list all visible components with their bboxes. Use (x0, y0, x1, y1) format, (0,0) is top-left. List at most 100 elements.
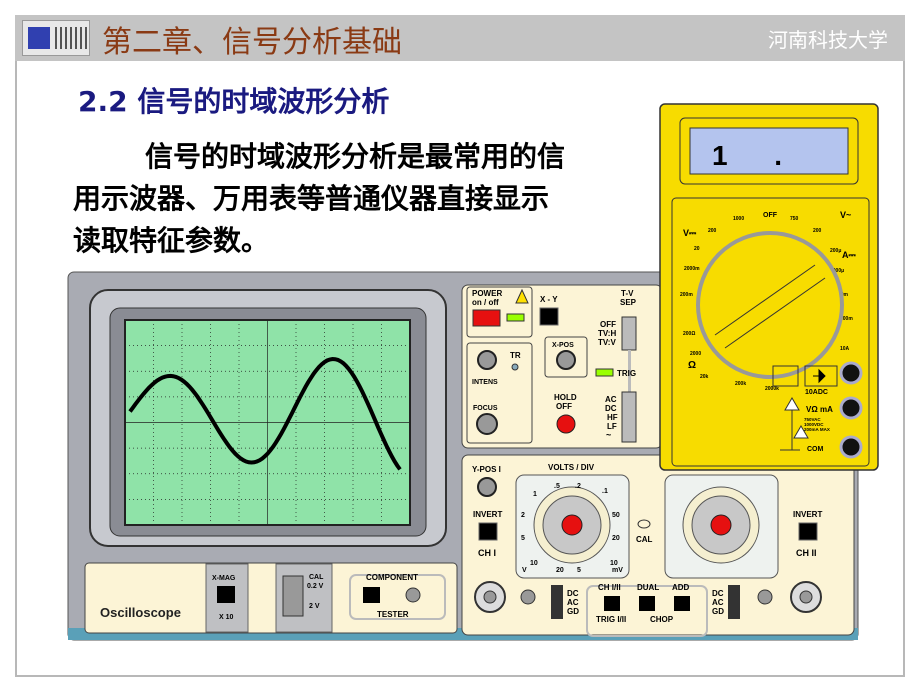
x10-label: X 10 (219, 614, 234, 621)
cal-2v-label: 2 V (309, 603, 320, 610)
instrument-illustration: POWER on / off X - Y T-V SEP OFF TV:H TV… (67, 103, 879, 641)
range-label: 200Ω (683, 331, 695, 337)
xy-button[interactable] (539, 307, 559, 326)
warning-text: 200mA MAX (804, 427, 830, 432)
power-indicator (506, 313, 525, 322)
coupling-switch[interactable] (621, 391, 637, 443)
range-label: 20k (700, 374, 709, 380)
volts-div-label: 1 (533, 491, 537, 498)
volts-div-label: 10 (610, 560, 618, 567)
volts-div-label: V (522, 567, 527, 574)
component-tester-jack[interactable] (405, 587, 421, 603)
range-label: 2000m (684, 266, 700, 272)
volts-div-label: .2 (575, 483, 581, 490)
invert-button-ch2[interactable] (798, 522, 818, 541)
add-label: ADD (672, 583, 690, 592)
ch12-label: CH I/II (598, 583, 621, 592)
ch1-input-switch[interactable] (551, 585, 563, 619)
component-label: COMPONENT (366, 573, 418, 582)
xpos-knob[interactable] (556, 350, 576, 370)
add-button[interactable] (674, 596, 690, 611)
invert-button-ch1[interactable] (478, 522, 498, 541)
jack-v-ohm-ma[interactable] (839, 396, 863, 420)
cal-label: CAL (636, 535, 653, 544)
trig12-label: TRIG I/II (596, 615, 626, 624)
tr-label: TR (510, 351, 521, 360)
coupling-opt: DC (605, 404, 617, 413)
jack-10a[interactable] (839, 361, 863, 385)
rotary-selector[interactable] (696, 231, 844, 379)
cal-02v-label: 0.2 V (307, 583, 324, 590)
volts-div-knob-ch1[interactable] (561, 514, 583, 536)
chop-label: CHOP (650, 615, 674, 624)
volts-div-label: .1 (602, 488, 608, 495)
input-opt: AC (567, 598, 579, 607)
invert-label-1: INVERT (473, 510, 502, 519)
trig-indicator (595, 368, 614, 377)
range-label: 10A (840, 346, 850, 352)
range-label: 2000k (765, 386, 779, 392)
xmag-label: X-MAG (212, 575, 236, 582)
xy-label: X - Y (540, 295, 558, 304)
focus-label: FOCUS (473, 405, 498, 412)
intens-knob[interactable] (477, 350, 497, 370)
holdoff-label-2: OFF (556, 402, 572, 411)
volts-div-label: 5 (521, 535, 525, 542)
range-label: 1000 (733, 216, 744, 222)
volts-div-label: .5 (554, 483, 560, 490)
display-reading: 1 . (712, 140, 782, 171)
volts-div-label: 20 (612, 535, 620, 542)
volts-div-label: mV (612, 567, 623, 574)
power-label: POWER (472, 289, 502, 298)
tv-opt: TV:H (598, 329, 616, 338)
cal-switch[interactable] (282, 575, 304, 617)
tvsep-label-2: SEP (620, 298, 637, 307)
xmag-button[interactable] (217, 586, 235, 603)
coupling-opt: AC (605, 395, 617, 404)
jack-vma-label: VΩ mA (806, 405, 833, 414)
range-label: 200 (708, 228, 717, 234)
trig-label: TRIG (617, 369, 636, 378)
range-label: 2000 (690, 351, 701, 357)
volts-div-label: 2 (521, 512, 525, 519)
volts-div-label: 10 (530, 560, 538, 567)
power-button[interactable] (472, 309, 501, 327)
input-opt: DC (712, 589, 724, 598)
input-opt: GD (567, 607, 579, 616)
component-tester-button[interactable] (363, 587, 380, 603)
tv-opt: OFF (600, 320, 616, 329)
holdoff-label: HOLD (554, 393, 577, 402)
volts-div-label: 5 (577, 567, 581, 574)
range-label: 200k (735, 381, 746, 387)
ch2-input-switch[interactable] (728, 585, 740, 619)
off-label: OFF (763, 212, 778, 219)
ch12-button[interactable] (604, 596, 620, 611)
ypos-label: Y-POS I (472, 465, 501, 474)
range-label: 200μ (830, 248, 841, 254)
tvsep-label: T-V (621, 289, 634, 298)
jack-10a-label: 10ADC (805, 389, 828, 396)
dual-label: DUAL (637, 583, 659, 592)
volts-div-label: 50 (612, 512, 620, 519)
tv-sep-switch[interactable] (621, 316, 637, 351)
oscilloscope-name: Oscilloscope (100, 605, 181, 620)
dual-button[interactable] (639, 596, 655, 611)
ch2-label: CH II (796, 548, 817, 558)
range-label: 200 (813, 228, 822, 234)
coupling-opt: HF (607, 413, 618, 422)
ypos-knob[interactable] (477, 477, 497, 497)
ch1-label: CH I (478, 548, 496, 558)
vdc-label: V⎓ (683, 228, 697, 238)
power-onoff-label: on / off (472, 298, 499, 307)
input-opt: AC (712, 598, 724, 607)
holdoff-knob[interactable] (556, 414, 576, 434)
volts-div-label: 20 (556, 567, 564, 574)
range-label: 750 (790, 216, 799, 222)
invert-label-2: INVERT (793, 510, 822, 519)
focus-knob[interactable] (476, 413, 498, 435)
multimeter: 1 . V⎓ OFF V~ A⎓ Ω 1000 200 20 2000m 200m 750… (659, 103, 879, 471)
range-label: 20 (694, 246, 700, 252)
vac-label: V~ (840, 210, 851, 220)
jack-com[interactable] (839, 435, 863, 459)
volts-div-knob-ch2[interactable] (710, 514, 732, 536)
